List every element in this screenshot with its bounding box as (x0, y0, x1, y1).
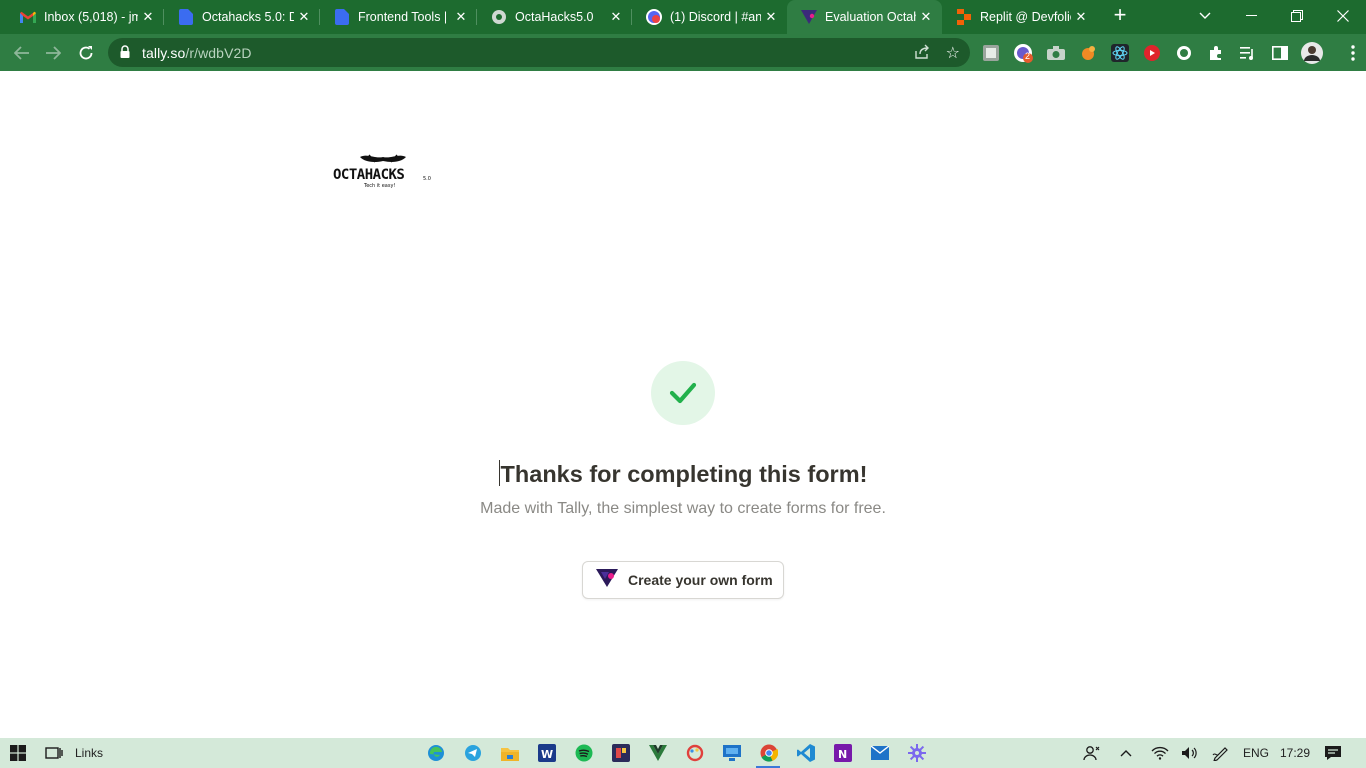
react-devtools-icon[interactable] (1110, 43, 1130, 63)
tab-evaluation-active[interactable]: Evaluation Octah ✕ (787, 0, 942, 34)
restore-button[interactable] (1274, 0, 1320, 32)
media-playlist-icon[interactable] (1238, 43, 1258, 63)
spotify-icon[interactable] (574, 743, 594, 763)
minimize-button[interactable] (1228, 0, 1274, 32)
tab-replit[interactable]: Replit @ Devfolio ✕ (942, 0, 1097, 34)
people-icon[interactable] (1082, 743, 1102, 763)
orange-extension-icon[interactable] (1078, 43, 1098, 63)
extension-badge-icon[interactable]: 2 (1013, 43, 1033, 63)
close-window-button[interactable] (1320, 0, 1366, 32)
edge-icon[interactable] (426, 743, 446, 763)
gmail-icon (20, 9, 36, 25)
docs-icon (334, 9, 350, 25)
close-tab-icon[interactable]: ✕ (294, 9, 314, 25)
pen-icon[interactable] (1211, 743, 1231, 763)
reload-icon[interactable] (73, 40, 99, 66)
url-domain: tally.so (142, 45, 186, 61)
camera-extension-icon[interactable] (1046, 43, 1066, 63)
discord-icon (646, 9, 662, 25)
language-indicator[interactable]: ENG (1243, 746, 1269, 760)
octahacks-logo: OCTAHACKS 5.0 Tech it easy! (331, 153, 435, 191)
svg-text:OCTAHACKS: OCTAHACKS (333, 167, 404, 183)
tab-octahacks-doc[interactable]: Octahacks 5.0: Da ✕ (164, 0, 320, 34)
github-icon (491, 9, 507, 25)
side-panel-icon[interactable] (1270, 43, 1290, 63)
tab-title: Octahacks 5.0: Da (202, 10, 294, 24)
close-tab-icon[interactable]: ✕ (1071, 9, 1091, 25)
chrome-menu-icon[interactable] (1343, 43, 1363, 63)
page-title-text: Thanks for completing this form! (500, 461, 868, 487)
word-icon[interactable]: W (537, 743, 557, 763)
file-explorer-icon[interactable] (500, 743, 520, 763)
docs-icon (178, 9, 194, 25)
vscode-icon[interactable] (796, 743, 816, 763)
record-extension-icon[interactable] (1142, 43, 1162, 63)
extensions-puzzle-icon[interactable] (1206, 43, 1226, 63)
browser-toolbar: tally.so/r/wdbV2D ☆ 2 (0, 34, 1366, 71)
forward-arrow-icon[interactable] (40, 40, 66, 66)
volume-icon[interactable] (1180, 743, 1200, 763)
close-tab-icon[interactable]: ✕ (451, 9, 471, 25)
taskbar-search-label[interactable]: Links (75, 746, 103, 760)
tab-title: (1) Discord | #ann (670, 10, 761, 24)
share-icon[interactable] (914, 44, 930, 65)
svg-text:5.0: 5.0 (423, 176, 431, 182)
tab-title: Frontend Tools | F (358, 10, 451, 24)
circle-extension-icon[interactable] (1174, 43, 1194, 63)
lock-icon[interactable] (120, 45, 130, 63)
tab-discord[interactable]: (1) Discord | #ann ✕ (632, 0, 787, 34)
replit-icon (956, 9, 972, 25)
tally-tagline: Made with Tally, the simplest way to cre… (480, 500, 886, 517)
svg-text:N: N (838, 748, 847, 761)
mail-icon[interactable] (870, 743, 890, 763)
svg-text:Tech it easy!: Tech it easy! (363, 183, 395, 189)
tab-search-chevron-icon[interactable] (1182, 0, 1228, 32)
page-title: Thanks for completing this form! (0, 460, 1366, 488)
chrome-icon[interactable] (759, 743, 779, 763)
tab-title: OctaHacks5.0 (515, 10, 594, 24)
extension-badge-count: 2 (1025, 51, 1031, 61)
task-view-icon[interactable] (44, 743, 64, 763)
url-text[interactable]: tally.so/r/wdbV2D (142, 45, 252, 61)
tab-frontend-tools[interactable]: Frontend Tools | F ✕ (320, 0, 477, 34)
onenote-icon[interactable]: N (833, 743, 853, 763)
notifications-icon[interactable] (1323, 743, 1343, 763)
create-form-button[interactable]: Create your own form (582, 561, 784, 599)
clock[interactable]: 17:29 (1280, 746, 1310, 760)
close-tab-icon[interactable]: ✕ (916, 9, 936, 25)
create-form-label: Create your own form (628, 572, 773, 588)
chevron-up-icon[interactable] (1116, 743, 1136, 763)
profile-avatar[interactable] (1301, 42, 1323, 64)
url-path: /r/wdbV2D (185, 45, 252, 61)
tab-title: Evaluation Octah (825, 10, 916, 24)
page-content: OCTAHACKS 5.0 Tech it easy! Thanks for c… (0, 71, 1366, 738)
address-bar[interactable]: tally.so/r/wdbV2D ☆ (108, 38, 970, 67)
paint-icon[interactable] (685, 743, 705, 763)
tab-title: Replit @ Devfolio (980, 10, 1071, 24)
wifi-icon[interactable] (1150, 743, 1170, 763)
telegram-icon[interactable] (463, 743, 483, 763)
bookmark-star-icon[interactable]: ☆ (946, 43, 960, 63)
close-tab-icon[interactable]: ✕ (606, 9, 626, 25)
app-tile-icon[interactable] (611, 743, 631, 763)
tab-octahacks-github[interactable]: OctaHacks5.0 ✕ (477, 0, 632, 34)
tab-title: Inbox (5,018) - jm (44, 10, 138, 24)
tab-gmail[interactable]: Inbox (5,018) - jm ✕ (6, 0, 164, 34)
close-tab-icon[interactable]: ✕ (138, 9, 158, 25)
tally-logo-icon (596, 568, 618, 592)
success-check-icon (651, 361, 715, 425)
svg-text:W: W (541, 748, 553, 761)
tally-icon (801, 9, 817, 25)
windows-start-icon[interactable] (8, 743, 28, 763)
gear-app-icon[interactable] (907, 743, 927, 763)
text-caret (498, 460, 500, 486)
vue-icon[interactable] (648, 743, 668, 763)
browser-tab-strip: Inbox (5,018) - jm ✕ Octahacks 5.0: Da ✕… (0, 0, 1366, 34)
new-tab-button[interactable]: + (1108, 4, 1132, 28)
close-tab-icon[interactable]: ✕ (761, 9, 781, 25)
remote-desktop-icon[interactable] (722, 743, 742, 763)
extension-screen-icon[interactable] (981, 43, 1001, 63)
back-arrow-icon[interactable] (9, 40, 35, 66)
windows-taskbar: Links W N ENG 17:29 (0, 738, 1366, 768)
